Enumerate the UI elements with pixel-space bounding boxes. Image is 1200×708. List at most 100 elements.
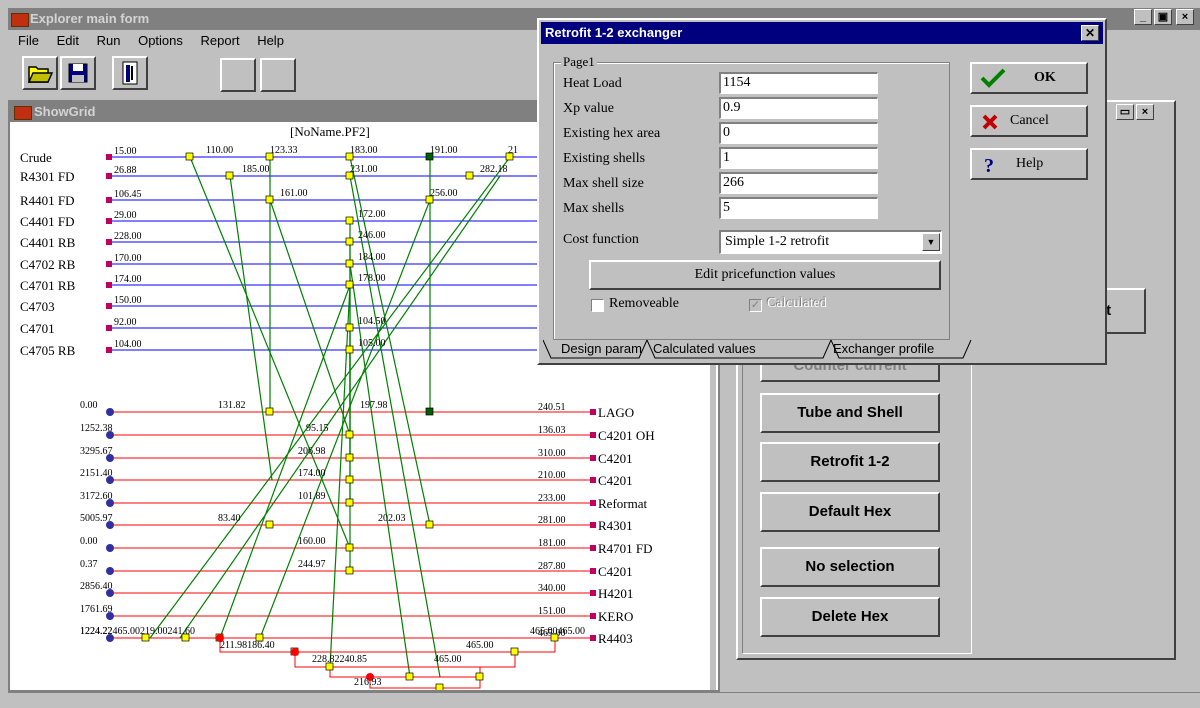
split-node [510, 647, 519, 656]
hot-match-label: 131.82 [218, 400, 246, 411]
main-window-title: Explorer main form [30, 11, 150, 26]
max-shell-size-label: Max shell size [563, 176, 644, 191]
close-icon[interactable]: × [1176, 9, 1194, 25]
retrofit-1-2-button[interactable]: Retrofit 1-2 [760, 442, 940, 482]
match-node [345, 280, 354, 289]
hot-stream-end-value: 136.03 [538, 425, 566, 436]
hot-match-label: 206.98 [298, 446, 326, 457]
match-node [265, 407, 274, 416]
cold-stream-start [106, 218, 112, 224]
dialog-tabs: Design param Calculated values Exchanger… [543, 338, 1103, 360]
cold-match-label: 246.00 [358, 230, 386, 241]
dropdown-arrow-icon[interactable]: ▼ [922, 233, 940, 251]
split-node [405, 672, 414, 681]
cold-stream-name: Crude [20, 150, 52, 165]
toolbar-button-blank-1[interactable] [220, 58, 256, 92]
open-folder-button[interactable] [22, 56, 58, 90]
ok-button[interactable]: OK [970, 62, 1088, 94]
hot-stream-start-value: 0.00 [80, 536, 98, 547]
folder-icon [27, 66, 54, 83]
cold-match-label: 183.00 [350, 145, 378, 156]
cold-match-label: 185.00 [242, 164, 270, 175]
hot-match-label: 244.97 [298, 559, 326, 570]
heat-load-input[interactable]: 1154 [719, 72, 878, 94]
edit-pricefunction-button[interactable]: Edit pricefunction values [589, 260, 941, 290]
cancel-button[interactable]: Cancel [970, 105, 1088, 137]
hot-stream-name: C4201 [598, 473, 633, 488]
delete-hex-button[interactable]: Delete Hex [760, 597, 940, 637]
max-shell-size-input[interactable]: 266 [719, 172, 878, 194]
tab-design-param[interactable]: Design param [561, 340, 642, 358]
door-icon [122, 61, 138, 85]
hot-stream-end-value: 310.00 [538, 448, 566, 459]
xp-value-input[interactable]: 0.9 [719, 97, 878, 119]
save-button[interactable] [60, 56, 96, 90]
no-selection-button[interactable]: No selection [760, 547, 940, 587]
cold-stream-name: C4702 RB [20, 257, 76, 272]
cancel-label: Cancel [1010, 113, 1049, 128]
cold-stream-start [106, 173, 112, 179]
cold-stream-name: R4401 FD [20, 193, 75, 208]
cold-stream-start [106, 325, 112, 331]
match-node [345, 216, 354, 225]
hot-stream-end [590, 432, 596, 438]
hot-stream-name: C4201 [598, 451, 633, 466]
default-hex-button[interactable]: Default Hex [760, 492, 940, 532]
cost-function-select[interactable]: Simple 1-2 retrofit ▼ [719, 230, 942, 254]
menu-options[interactable]: Options [138, 33, 183, 48]
split-node [475, 672, 484, 681]
menu-file[interactable]: File [18, 33, 39, 48]
ok-label: OK [1034, 70, 1056, 85]
tube-and-shell-button[interactable]: Tube and Shell [760, 393, 940, 433]
hot-stream-name: Reformat [598, 496, 647, 511]
tab-calculated-values[interactable]: Calculated values [653, 340, 756, 358]
hot-stream-start-value: 0.37 [80, 559, 98, 570]
existing-hex-area-input[interactable]: 0 [719, 122, 878, 144]
hot-stream-end-value: 233.00 [538, 493, 566, 504]
hot-match-label: 197.98 [360, 400, 388, 411]
existing-shells-input[interactable]: 1 [719, 147, 878, 169]
hot-stream-name: H4201 [598, 586, 633, 601]
hot-stream-end-value: 287.80 [538, 561, 566, 572]
hot-stream-end [590, 455, 596, 461]
match-node-selected [425, 407, 434, 416]
hot-stream-name: R4701 FD [598, 541, 653, 556]
cross-icon [982, 114, 998, 130]
maximize-icon[interactable]: ▣ [1154, 9, 1172, 25]
dialog-close-icon[interactable]: ✕ [1081, 25, 1099, 41]
split-branch [369, 677, 481, 689]
menu-report[interactable]: Report [201, 33, 240, 48]
hot-stream-end [590, 500, 596, 506]
help-button[interactable]: ? Help [970, 148, 1088, 180]
hot-stream-end-value: 210.00 [538, 470, 566, 481]
svg-text:?: ? [984, 155, 994, 175]
match-node [345, 566, 354, 575]
showgrid-title: ShowGrid [34, 104, 96, 119]
hot-stream-end [590, 522, 596, 528]
cold-stream-value: 228.00 [114, 231, 142, 242]
removeable-checkbox[interactable] [591, 299, 604, 312]
minimize-icon[interactable]: _ [1134, 9, 1152, 25]
cold-stream-name: R4301 FD [20, 169, 75, 184]
menu-edit[interactable]: Edit [57, 33, 79, 48]
hot-stream-start [106, 408, 114, 416]
max-shells-input[interactable]: 5 [719, 197, 878, 219]
hot-stream-end [590, 545, 596, 551]
tab-exchanger-profile[interactable]: Exchanger profile [833, 340, 934, 358]
grid-window-icon [14, 106, 32, 120]
retrofit-dialog: Retrofit 1-2 exchanger ✕ Page1 Heat Load… [537, 18, 1107, 365]
panel-restore-icon[interactable]: ▭ [1116, 104, 1134, 120]
dialog-title-bar[interactable]: Retrofit 1-2 exchanger ✕ [541, 22, 1103, 44]
split-junction [291, 648, 299, 656]
split-node [435, 683, 444, 690]
cold-match-label: 191.00 [430, 145, 458, 156]
cold-stream-value: 174.00 [114, 274, 142, 285]
hot-match-label: 211.98186.40 [220, 640, 275, 651]
max-shells-label: Max shells [563, 201, 625, 216]
exit-door-button[interactable] [112, 56, 148, 90]
panel-close-icon[interactable]: × [1136, 104, 1154, 120]
app-icon [11, 13, 29, 27]
menu-run[interactable]: Run [97, 33, 121, 48]
toolbar-button-blank-2[interactable] [260, 58, 296, 92]
menu-help[interactable]: Help [257, 33, 284, 48]
